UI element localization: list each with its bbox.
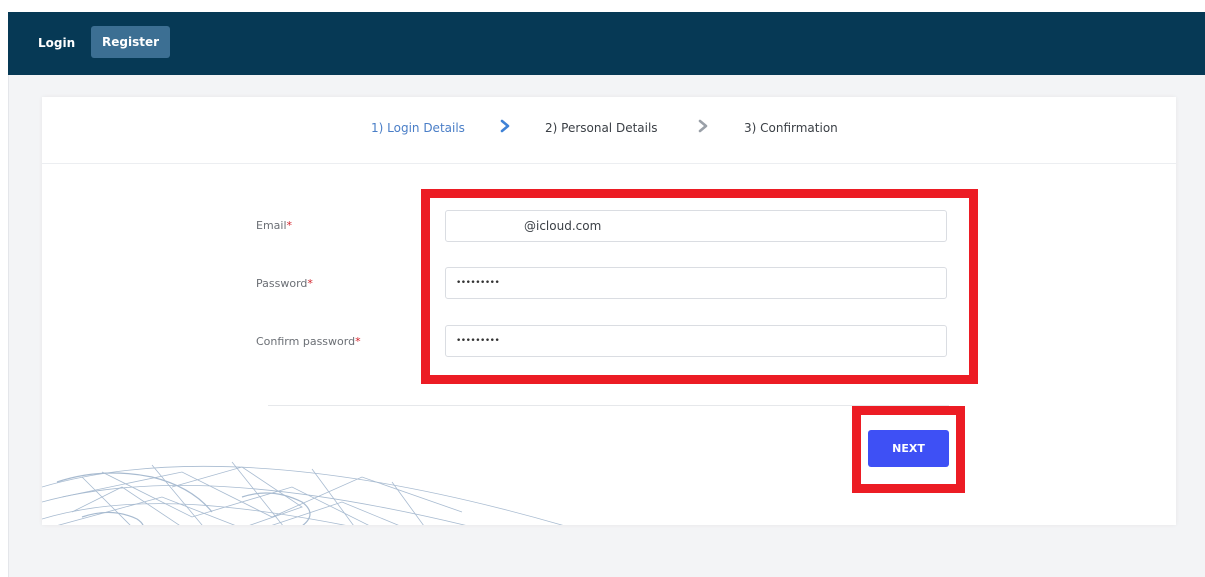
steps-header: 1) Login Details 2) Personal Details 3) … (42, 97, 1176, 164)
email-label-text: Email (256, 219, 287, 232)
confirm-password-label: Confirm password* (256, 335, 361, 348)
confirm-password-label-text: Confirm password (256, 335, 356, 348)
globe-decoration (42, 461, 563, 525)
password-label-text: Password (256, 277, 308, 290)
top-navbar: Login Register (8, 12, 1205, 75)
required-marker: * (307, 277, 313, 290)
step-login-details: 1) Login Details (371, 121, 465, 135)
email-label: Email* (256, 219, 292, 232)
chevron-right-icon (698, 119, 708, 133)
form-divider (268, 405, 949, 406)
required-marker: * (355, 335, 361, 348)
nav-register-button[interactable]: Register (91, 26, 170, 58)
step-personal-details: 2) Personal Details (545, 121, 658, 135)
nav-login-link[interactable]: Login (38, 36, 75, 50)
highlight-box-next (852, 406, 965, 493)
required-marker: * (286, 219, 293, 232)
chevron-right-icon (500, 119, 510, 133)
highlight-box-credentials (421, 189, 978, 384)
password-label: Password* (256, 277, 313, 290)
step-confirmation: 3) Confirmation (744, 121, 838, 135)
